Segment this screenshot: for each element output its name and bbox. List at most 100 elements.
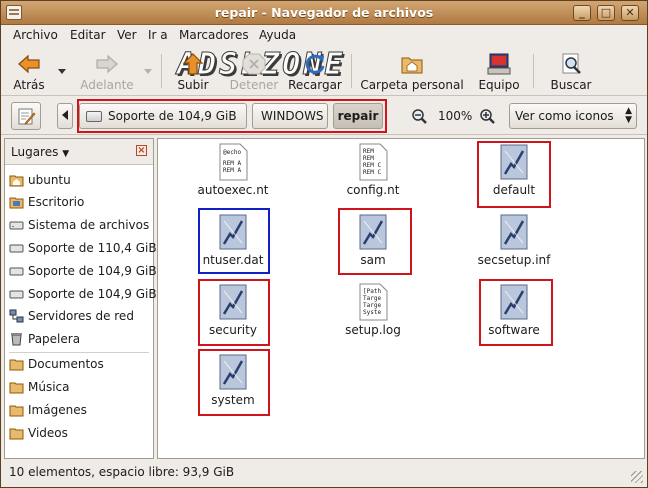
back-button[interactable]: Atrás — [7, 49, 51, 93]
maximize-button[interactable]: □ — [597, 5, 615, 21]
desktop-icon — [9, 197, 24, 209]
search-icon — [562, 53, 581, 74]
home-label: Carpeta personal — [360, 78, 464, 92]
title-bar[interactable]: repair - Navegador de archivos _ □ ✕ — [1, 1, 647, 25]
folder-icon — [9, 405, 24, 417]
minimize-button[interactable]: _ — [573, 5, 591, 21]
toggle-location-entry-button[interactable] — [11, 102, 41, 130]
computer-button[interactable]: Equipo — [475, 49, 523, 93]
highlight-annotation — [77, 99, 387, 133]
reload-icon — [305, 54, 325, 74]
path-scroll-left-button[interactable] — [57, 103, 73, 129]
sidebar-item-label: Servidores de red — [28, 309, 134, 323]
menu-marcadores[interactable]: Marcadores — [179, 28, 249, 42]
stop-icon — [242, 53, 266, 75]
sidebar-item-label: Soporte de 104,9 GiB — [28, 264, 157, 278]
file-item[interactable]: [Path Targe Targe Syste setup.log — [323, 280, 423, 340]
toolbar: Atrás Adelante Subir Detener Recargar Ca… — [1, 46, 647, 96]
menu-editar[interactable]: Editar — [70, 28, 106, 42]
svg-text:Targe: Targe — [363, 302, 381, 309]
sidebar-item-label: Música — [28, 380, 70, 394]
menu-archivo[interactable]: Archivo — [13, 28, 58, 42]
sidebar-item-label: Papelera — [28, 332, 81, 346]
file-name: config.nt — [346, 183, 400, 197]
home-folder-icon — [9, 175, 24, 187]
network-icon — [9, 309, 24, 323]
drive-icon — [9, 221, 24, 230]
svg-text:REM C: REM C — [363, 169, 381, 176]
toolbar-separator — [351, 54, 352, 88]
sidebar-type-selector[interactable]: Lugares ▼ — [11, 145, 69, 159]
file-item[interactable]: REM REM REM C REM C config.nt — [323, 140, 423, 200]
close-icon: ✕ — [625, 6, 635, 19]
highlight-annotation — [198, 279, 270, 346]
stop-button[interactable]: Detener — [227, 49, 281, 93]
reload-button[interactable]: Recargar — [287, 49, 343, 93]
close-button[interactable]: ✕ — [621, 5, 639, 21]
file-name: autoexec.nt — [197, 183, 269, 197]
close-sidebar-button[interactable]: × — [136, 145, 147, 156]
forward-button[interactable]: Adelante — [77, 49, 137, 93]
sidebar-header: Lugares ▼ × — [5, 139, 153, 165]
sidebar-item-label: Imágenes — [28, 403, 87, 417]
file-name: setup.log — [345, 323, 401, 337]
svg-text:REM: REM — [363, 148, 374, 155]
forward-history-dropdown[interactable] — [144, 69, 152, 74]
spin-arrows-icon: ▲ ▼ — [625, 106, 632, 125]
svg-text:REM A: REM A — [223, 160, 241, 167]
status-text: 10 elementos, espacio libre: 93,9 GiB — [9, 465, 235, 479]
toolbar-separator — [533, 54, 534, 88]
file-name: secsetup.inf — [477, 253, 551, 267]
menu-ayuda[interactable]: Ayuda — [259, 28, 296, 42]
view-mode-value: Ver como iconos — [515, 109, 614, 123]
svg-text:REM: REM — [363, 155, 374, 162]
resize-grip[interactable] — [631, 471, 643, 483]
arrow-right-icon — [96, 54, 118, 74]
folder-icon — [9, 359, 24, 371]
folder-icon — [9, 382, 24, 394]
file-manager-window: repair - Navegador de archivos _ □ ✕ Arc… — [0, 0, 648, 488]
sidebar-header-label: Lugares — [11, 145, 59, 159]
search-button[interactable]: Buscar — [545, 49, 597, 93]
up-label: Subir — [177, 78, 209, 92]
sidebar-item-label: Soporte de 104,9 GiB — [28, 287, 157, 301]
chevron-down-icon: ▼ — [62, 149, 70, 159]
window-title: repair - Navegador de archivos — [214, 5, 434, 20]
back-history-dropdown[interactable] — [58, 69, 66, 74]
back-label: Atrás — [13, 78, 45, 92]
up-button[interactable]: Subir — [171, 49, 215, 93]
folder-icon — [9, 428, 24, 440]
file-item[interactable]: secsetup.inf — [464, 210, 564, 270]
file-icon-view[interactable]: @echo REM A REM A autoexec.nt REM REM RE… — [157, 138, 645, 459]
sidebar-item-label: Soporte de 110,4 GiB — [28, 241, 157, 255]
text-file-icon: @echo REM A REM A — [219, 143, 248, 181]
text-file-icon: [Path Targe Targe Syste — [359, 283, 388, 321]
drive-icon — [9, 267, 24, 276]
zoom-out-icon[interactable] — [411, 108, 428, 125]
stop-label: Detener — [229, 78, 279, 92]
chevron-left-icon — [62, 110, 68, 120]
highlight-annotation — [479, 279, 553, 346]
svg-text:[Path: [Path — [363, 288, 381, 295]
toolbar-separator — [161, 54, 162, 88]
sidebar-item-label: Sistema de archivos — [28, 218, 150, 232]
menu-bar: Archivo Editar Ver Ir a Marcadores Ayuda… — [1, 25, 647, 83]
trash-icon — [11, 333, 22, 346]
sidebar-item-label: Documentos — [28, 357, 104, 371]
zoom-level[interactable]: 100% — [438, 109, 472, 123]
file-item[interactable]: @echo REM A REM A autoexec.nt — [183, 140, 283, 200]
highlight-annotation — [338, 208, 412, 275]
svg-text:REM A: REM A — [223, 167, 241, 174]
zoom-in-icon[interactable] — [479, 108, 496, 125]
view-mode-select[interactable]: Ver como iconos ▲ ▼ — [509, 103, 637, 129]
arrow-left-icon — [18, 54, 40, 74]
forward-label: Adelante — [80, 78, 134, 92]
minimize-icon: _ — [579, 6, 585, 19]
menu-ver[interactable]: Ver — [117, 28, 137, 42]
computer-icon — [487, 53, 511, 75]
maximize-icon: □ — [600, 6, 612, 19]
home-button[interactable]: Carpeta personal — [359, 49, 465, 93]
svg-text:Targe: Targe — [363, 295, 381, 302]
menu-ir-a[interactable]: Ir a — [148, 28, 168, 42]
highlight-annotation — [198, 349, 270, 416]
